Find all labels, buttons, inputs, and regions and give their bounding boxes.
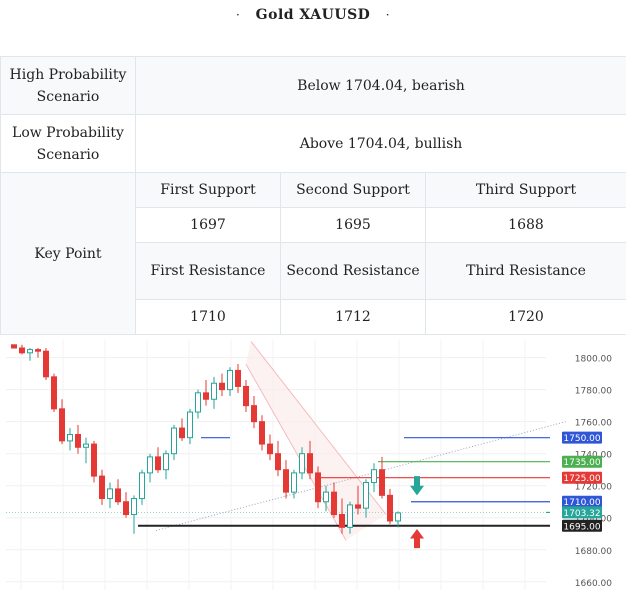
candle-body-11 [99,475,105,500]
third-support-value: 1688 [425,207,626,243]
candle-body-1 [19,347,25,354]
level-tag-label-5: 1695.00 [563,522,600,532]
candle-body-44 [363,482,369,509]
third-resistance-label: Third Resistance [425,242,626,300]
candle-body-40 [331,491,337,516]
candle-body-25 [211,382,217,400]
candle-body-23 [195,392,201,413]
key-point-label: Key Point [0,172,136,335]
candle-body-10 [91,443,97,477]
first-resistance-label: First Resistance [135,242,281,300]
candle-body-12 [107,488,113,500]
candle-body-7 [67,433,73,442]
candle-body-16 [139,472,145,500]
candle-body-9 [83,443,89,448]
candle-body-26 [219,382,225,391]
candle-body-34 [283,469,289,493]
candle-body-5 [51,376,57,410]
third-resistance-value: 1720 [425,299,626,335]
candle-body-36 [299,453,305,474]
candle-body-45 [371,469,377,484]
candle-body-18 [155,456,161,471]
candle-body-17 [147,456,153,474]
level-tag-label-4: 1703.32 [563,509,600,519]
y-tick-label-6: 1680.00 [575,547,612,557]
candle-body-46 [379,469,385,496]
candle-body-33 [275,453,281,471]
candle-body-20 [171,427,177,455]
candle-body-39 [323,491,329,503]
candle-body-31 [259,421,265,445]
second-support-value: 1695 [280,207,426,243]
y-tick-label-7: 1660.00 [575,579,612,589]
candle-body-0 [11,344,17,349]
candle-body-6 [59,408,65,442]
candle-body-42 [347,504,353,528]
candle-body-41 [339,514,345,528]
second-resistance-label: Second Resistance [280,242,426,300]
candle-body-37 [307,453,313,474]
candle-body-24 [203,392,209,400]
down-arrow-icon [410,528,424,549]
candle-body-13 [115,488,121,503]
low-probability-value: Above 1704.04, bullish [135,114,626,173]
y-tick-label-1: 1780.00 [575,387,612,397]
candle-body-43 [355,504,361,509]
level-tag-label-0: 1750.00 [563,434,600,444]
price-chart: 1800.00 1780.00 1760.00 1740.00 1720.00 1700.… [6,340,620,590]
candle-body-35 [291,472,297,493]
first-support-value: 1697 [135,207,281,243]
high-probability-label: High Probability Scenario [0,56,136,115]
up-arrow-icon [410,476,424,496]
candle-body-21 [179,427,185,439]
low-probability-label: Low Probability Scenario [0,114,136,173]
y-tick-label-0: 1800.00 [575,355,612,365]
candle-body-4 [43,350,49,378]
candle-body-19 [163,453,169,471]
candle-body-47 [387,494,393,522]
second-support-label: Second Support [280,172,426,208]
page-title: · Gold XAUUSD · [0,0,626,30]
level-tag-label-1: 1735.00 [563,458,600,468]
candle-body-28 [235,369,241,387]
candle-body-29 [243,385,249,407]
level-tag-label-2: 1725.00 [563,474,600,484]
candle-body-2 [27,349,33,354]
candle-body-14 [123,501,129,516]
key-point-table: High Probability Scenario Below 1704.04,… [0,56,626,335]
candle-body-8 [75,433,81,448]
candle-body-48 [395,512,401,522]
candle-body-22 [187,411,193,439]
candle-body-30 [251,405,257,423]
candle-body-27 [227,369,233,391]
candle-body-3 [35,349,41,352]
candle-body-32 [267,443,273,455]
third-support-label: Third Support [425,172,626,208]
y-tick-label-2: 1760.00 [575,419,612,429]
first-support-label: First Support [135,172,281,208]
candle-body-15 [131,498,137,516]
title-left-mark: · [235,8,241,22]
title-right-mark: · [385,8,391,22]
candle-body-38 [315,472,321,503]
second-resistance-value: 1712 [280,299,426,335]
high-probability-value: Below 1704.04, bearish [135,56,626,115]
candlestick-chart: 1800.001780.001760.001740.001720.001700.… [6,340,612,590]
channel-fill [246,341,386,541]
first-resistance-value: 1710 [135,299,281,335]
title-text: Gold XAUUSD [255,7,371,23]
